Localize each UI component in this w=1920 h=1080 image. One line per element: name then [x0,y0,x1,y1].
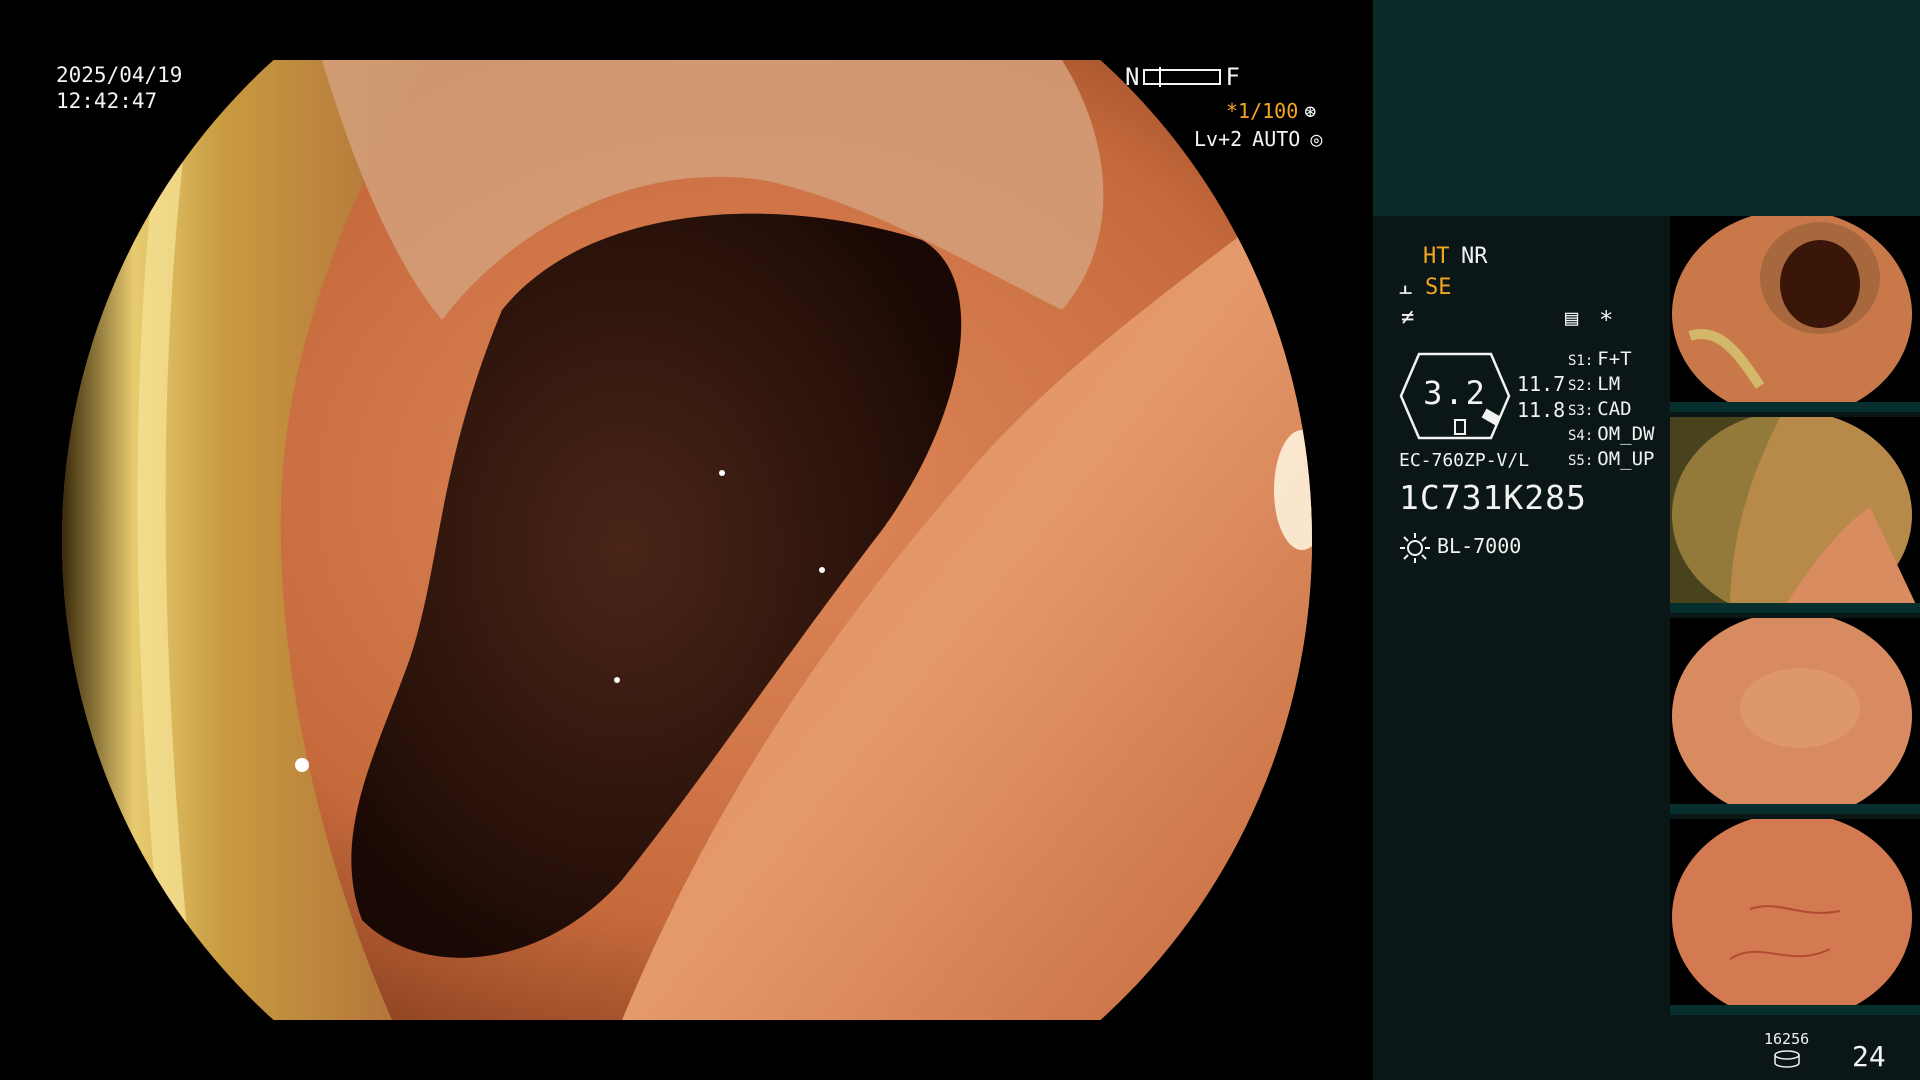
reading-1: 11.7 [1517,372,1566,396]
thumbnail-2[interactable] [1670,417,1920,613]
thumbnail-bar [1670,603,1920,613]
shutter-value: *1/100 [1226,99,1299,123]
panel-header-area [1373,0,1920,216]
focus-bar [1143,67,1222,87]
color-enhance-icon: ≠ [1401,305,1415,330]
setting-s5: S5: OM_UP [1568,448,1655,470]
thumbnail-strip [1670,216,1920,1020]
thumbnail-bar [1670,402,1920,412]
focus-marker [1159,67,1162,87]
structure-enhance-icon: ⫠ [1399,275,1413,300]
scope-serial: 1C731K285 [1399,478,1587,517]
disk-remaining-count: 16256 [1764,1030,1810,1048]
exam-date: 2025/04/19 [56,63,183,87]
zoom-value: 3.2 [1423,374,1487,412]
storage-disk-icon [1774,1050,1800,1068]
setting-s3: S3: CAD [1568,398,1632,420]
light-source-model: BL-7000 [1437,534,1522,558]
memory-card-icon: ▤ [1565,306,1579,331]
colon-lumen-image [62,60,1312,1020]
setting-s4: S4: OM_DW [1568,423,1655,445]
thumbnail-image [1670,819,1920,1015]
iris-icon: ◎ [1310,127,1323,151]
thumbnail-image [1670,216,1920,412]
near-far-indicator: N F [1125,62,1240,92]
reading-2: 11.8 [1517,398,1566,422]
level-value: Lv+2 [1194,127,1243,151]
scope-model: EC-760ZP-V/L [1399,450,1530,471]
shutter-speed: *1/100 ⊛ [1226,98,1316,124]
exam-time: 12:42:47 [56,89,158,113]
near-label: N [1125,63,1140,91]
setting-s2: S2: LM [1568,373,1621,395]
thumbnail-4[interactable] [1670,819,1920,1015]
thumbnail-1[interactable] [1670,216,1920,412]
thumbnail-bar [1670,1005,1920,1015]
endoscope-view: 2025/04/19 12:42:47 N F *1/100 ⊛ Lv+2 AU… [0,0,1372,1080]
endoscope-image [62,60,1312,1020]
thumbnail-3[interactable] [1670,618,1920,814]
brightness-level: Lv+2 AUTO ◎ [1194,126,1322,152]
thumbnail-image [1670,417,1920,613]
light-source-icon [1400,533,1430,563]
se-mode: SE [1425,275,1452,300]
setting-s1: S1: F+T [1568,348,1632,370]
ht-mode: HT [1423,244,1450,269]
star-indicator: * [1599,306,1614,334]
thumbnail-bar [1670,804,1920,814]
aperture-icon: ⊛ [1304,99,1317,123]
far-label: F [1225,63,1240,91]
image-count: 24 [1852,1040,1886,1073]
nr-mode: NR [1461,244,1488,269]
iris-mode: AUTO [1252,127,1301,151]
settings-panel [1373,216,1670,1080]
thumbnail-image [1670,618,1920,814]
